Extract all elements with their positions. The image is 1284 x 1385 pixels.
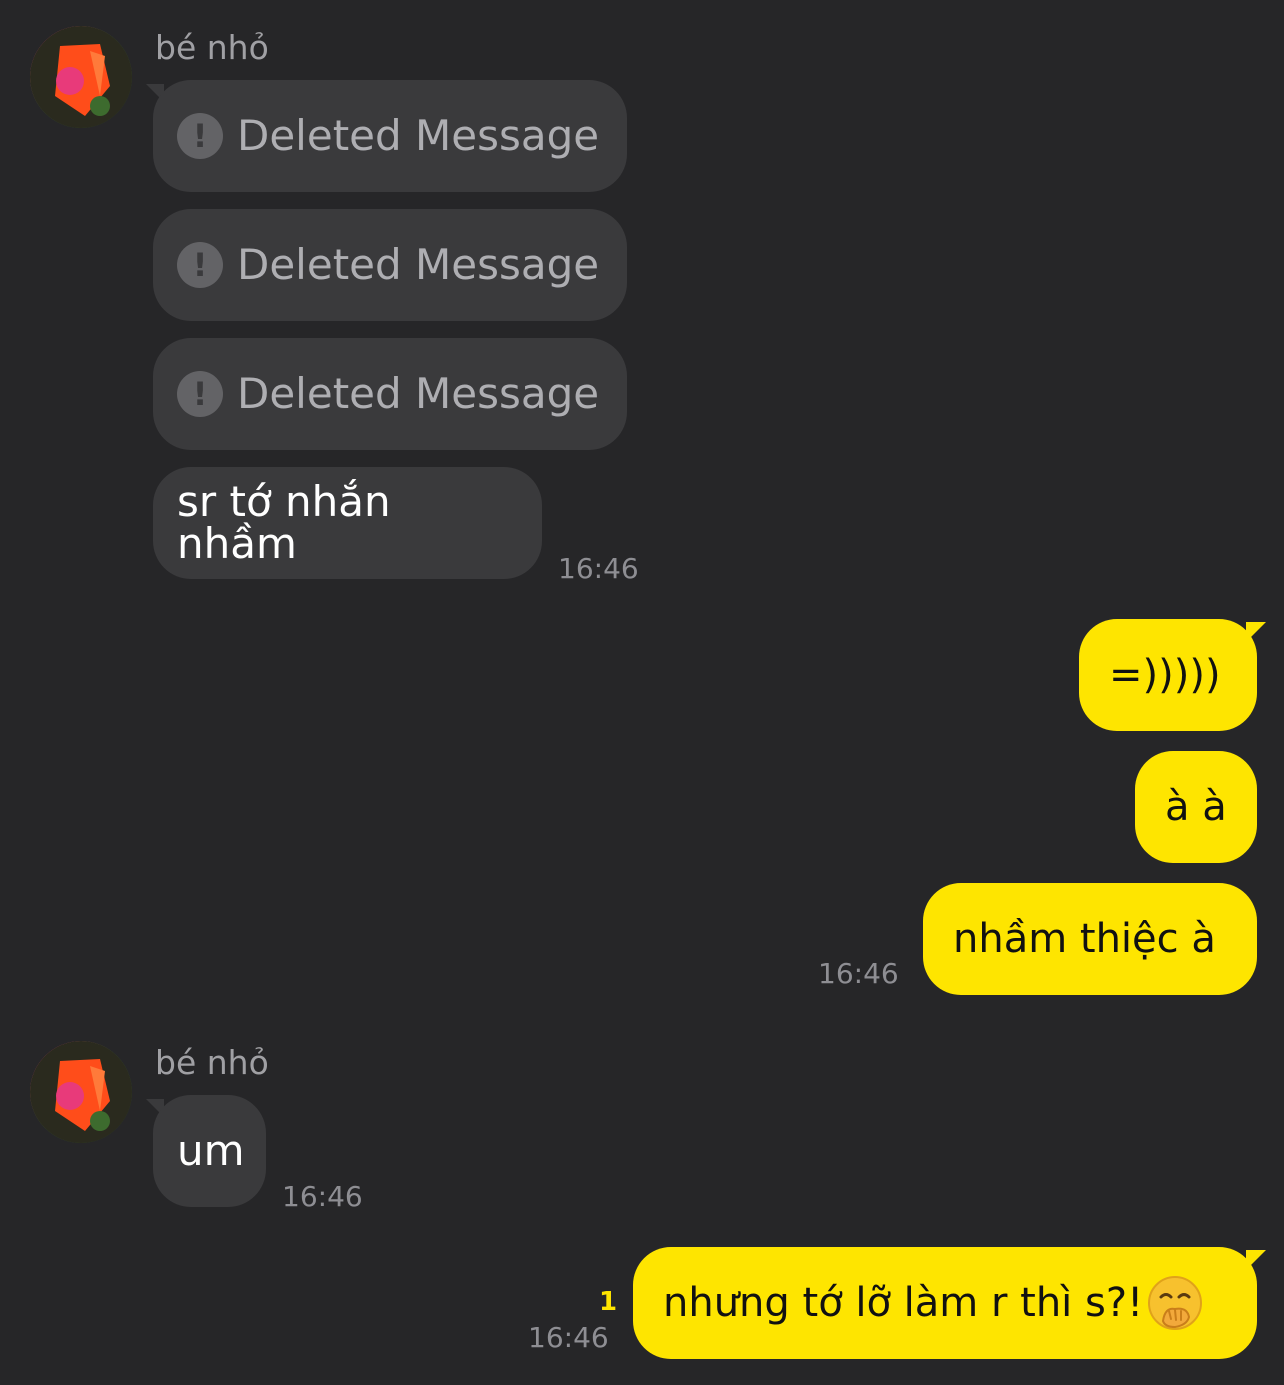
exclamation-icon: ! xyxy=(177,242,223,288)
message-time: 16:46 xyxy=(282,1180,363,1213)
message-bubble-incoming[interactable]: um xyxy=(153,1095,266,1207)
message-bubble-incoming[interactable]: sr tớ nhắn nhầm xyxy=(153,467,542,579)
deleted-message-label: Deleted Message xyxy=(237,240,600,289)
message-text: =))))) xyxy=(1109,652,1221,698)
contact-avatar[interactable] xyxy=(30,1041,132,1143)
deleted-message-label: Deleted Message xyxy=(237,369,600,418)
message-time: 16:46 xyxy=(558,552,639,585)
message-text: nhưng tớ lỡ làm r thì s?! xyxy=(663,1280,1144,1326)
message-time: 16:46 xyxy=(818,957,899,990)
deleted-message-bubble[interactable]: ! Deleted Message xyxy=(153,80,627,192)
message-text: um xyxy=(177,1126,245,1175)
message-bubble-outgoing[interactable]: nhầm thiệc à xyxy=(923,883,1257,995)
deleted-message-bubble[interactable]: ! Deleted Message xyxy=(153,338,627,450)
message-text: à à xyxy=(1165,784,1227,830)
message-text: nhầm thiệc à xyxy=(953,916,1216,962)
exclamation-icon: ! xyxy=(177,113,223,159)
avatar-photo-icon xyxy=(30,1041,132,1143)
sender-name: bé nhỏ xyxy=(155,28,269,67)
deleted-message-bubble[interactable]: ! Deleted Message xyxy=(153,209,627,321)
unread-count: 1 xyxy=(599,1287,618,1317)
sender-name: bé nhỏ xyxy=(155,1043,269,1082)
deleted-message-label: Deleted Message xyxy=(237,111,600,160)
contact-avatar[interactable] xyxy=(30,26,132,128)
message-text: sr tớ nhắn nhầm xyxy=(177,477,391,568)
avatar-photo-icon xyxy=(30,26,132,128)
exclamation-icon: ! xyxy=(177,371,223,417)
message-bubble-outgoing[interactable]: à à xyxy=(1135,751,1257,863)
message-time: 16:46 xyxy=(528,1321,609,1354)
face-with-hand-over-mouth-icon xyxy=(1148,1276,1203,1330)
message-bubble-outgoing[interactable]: nhưng tớ lỡ làm r thì s?! xyxy=(633,1247,1257,1359)
message-bubble-outgoing[interactable]: =))))) xyxy=(1079,619,1257,731)
